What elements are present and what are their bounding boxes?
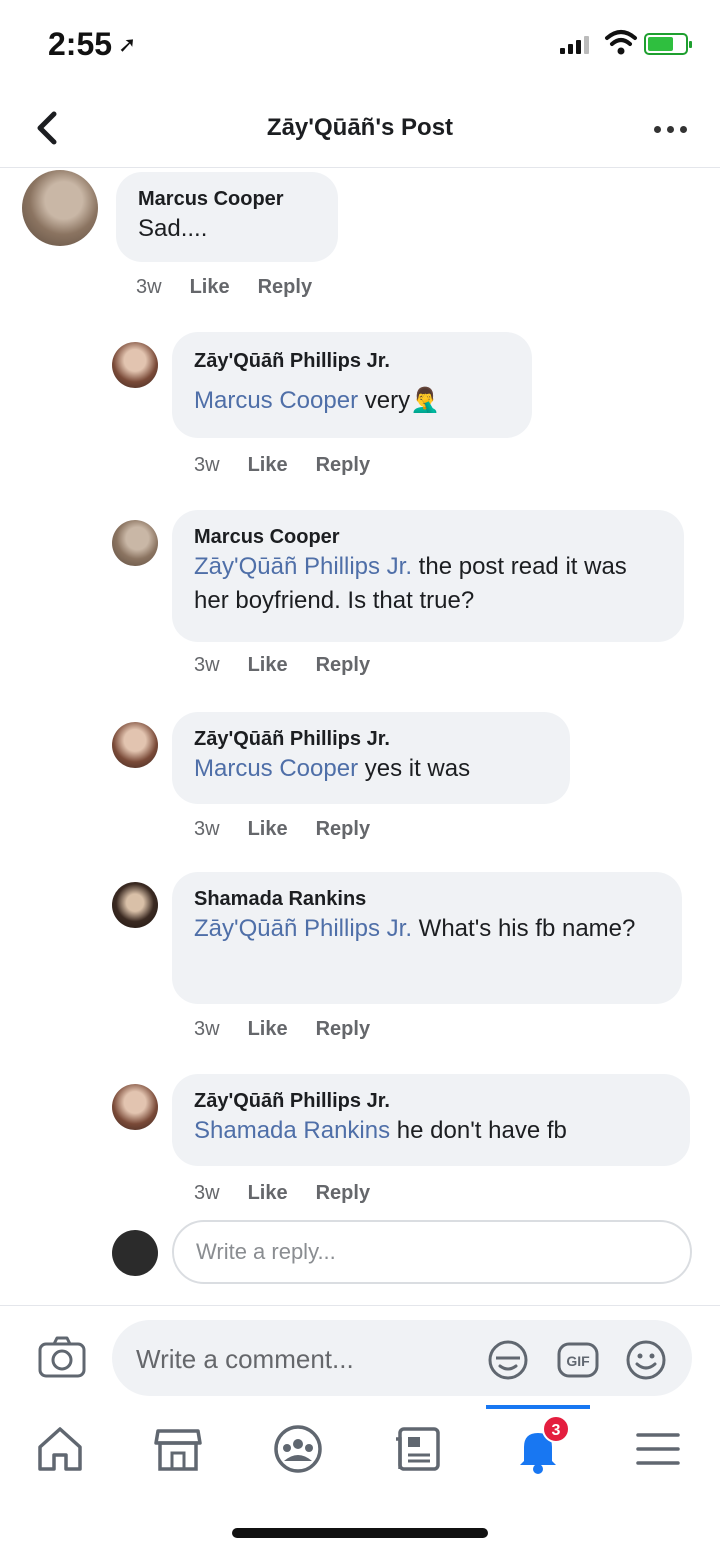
comment-time: 3w <box>194 1182 220 1204</box>
status-time: 2:55 <box>48 26 113 62</box>
home-icon[interactable] <box>32 1421 88 1477</box>
comment-bubble: Shamada Rankins Zāy'Qūāñ Phillips Jr. Wh… <box>172 872 682 1004</box>
notifications-tab[interactable]: 3 <box>510 1415 570 1477</box>
like-button[interactable]: Like <box>248 454 288 476</box>
comment-author[interactable]: Marcus Cooper <box>138 186 316 212</box>
avatar[interactable] <box>112 520 158 566</box>
sticker-icon[interactable] <box>486 1338 530 1382</box>
comment-meta: 3w Like Reply <box>194 1182 398 1205</box>
avatar[interactable] <box>112 722 158 768</box>
wifi-icon <box>605 30 637 55</box>
comment-composer: Write a comment... GIF <box>0 1305 720 1405</box>
reply-button[interactable]: Reply <box>316 1182 370 1204</box>
comment-input[interactable]: Write a comment... GIF <box>112 1320 692 1396</box>
camera-icon[interactable] <box>38 1336 86 1378</box>
comment-time: 3w <box>194 1018 220 1040</box>
battery-icon <box>644 33 692 55</box>
comment-text: Zāy'Qūāñ Phillips Jr. the post read it w… <box>194 550 662 618</box>
comment-mention[interactable]: Zāy'Qūāñ Phillips Jr. <box>194 553 412 580</box>
avatar[interactable] <box>112 342 158 388</box>
comment-body: yes it was <box>358 755 471 782</box>
comment-author[interactable]: Zāy'Qūāñ Phillips Jr. <box>194 348 510 374</box>
avatar[interactable] <box>22 170 98 246</box>
comment-reply-item: Zāy'Qūāñ Phillips Jr. Shamada Rankins he… <box>0 1074 720 1214</box>
reply-button[interactable]: Reply <box>316 654 370 676</box>
gif-label: GIF <box>566 1353 590 1369</box>
reply-button[interactable]: Reply <box>316 454 370 476</box>
comment-time: 3w <box>194 654 220 676</box>
comment-time: 3w <box>194 818 220 840</box>
reply-input[interactable]: Write a reply... <box>172 1220 692 1284</box>
comment-meta: 3w Like Reply <box>194 818 398 841</box>
avatar[interactable] <box>112 882 158 928</box>
news-icon[interactable] <box>390 1421 446 1477</box>
comment-body: very🤦‍♂️ <box>358 387 440 414</box>
comment-meta: 3w Like Reply <box>136 276 340 299</box>
comment-meta: 3w Like Reply <box>194 454 398 477</box>
comment-reply-item: Zāy'Qūāñ Phillips Jr. Marcus Cooper very… <box>0 332 720 492</box>
comment-text: Marcus Cooper yes it was <box>194 752 548 786</box>
reply-button[interactable]: Reply <box>258 276 312 298</box>
comment-reply-item: Zāy'Qūāñ Phillips Jr. Marcus Cooper yes … <box>0 712 720 862</box>
more-options-icon[interactable] <box>654 126 688 136</box>
like-button[interactable]: Like <box>248 654 288 676</box>
gif-icon[interactable]: GIF <box>556 1338 600 1382</box>
marketplace-icon[interactable] <box>150 1421 206 1477</box>
comment-author[interactable]: Marcus Cooper <box>194 524 662 550</box>
comment-text: Shamada Rankins he don't have fb <box>194 1114 668 1148</box>
comment-meta: 3w Like Reply <box>194 654 398 677</box>
reply-button[interactable]: Reply <box>316 1018 370 1040</box>
notification-badge: 3 <box>542 1415 570 1443</box>
avatar <box>112 1230 158 1276</box>
comment-placeholder: Write a comment... <box>136 1344 354 1374</box>
post-header: Zāy'Qūāñ's Post <box>0 90 720 168</box>
bottom-tab-bar: 3 <box>0 1405 720 1495</box>
comment-mention[interactable]: Shamada Rankins <box>194 1117 390 1144</box>
comment-author[interactable]: Zāy'Qūāñ Phillips Jr. <box>194 1088 668 1114</box>
like-button[interactable]: Like <box>248 1018 288 1040</box>
comment-mention[interactable]: Marcus Cooper <box>194 387 358 414</box>
reply-row: Write a reply... <box>112 1220 692 1286</box>
avatar[interactable] <box>112 1084 158 1130</box>
comment-meta: 3w Like Reply <box>194 1018 398 1041</box>
comment-author[interactable]: Shamada Rankins <box>194 886 660 912</box>
like-button[interactable]: Like <box>248 1182 288 1204</box>
comment-bubble: Zāy'Qūāñ Phillips Jr. Marcus Cooper very… <box>172 332 532 438</box>
groups-icon[interactable] <box>270 1421 326 1477</box>
comment-body: What's his fb name? <box>412 915 636 942</box>
comment-text: Marcus Cooper very🤦‍♂️ <box>194 384 510 418</box>
like-button[interactable]: Like <box>190 276 230 298</box>
comment-bubble: Zāy'Qūāñ Phillips Jr. Shamada Rankins he… <box>172 1074 690 1166</box>
home-indicator <box>232 1528 488 1538</box>
comment-reply-item: Shamada Rankins Zāy'Qūāñ Phillips Jr. Wh… <box>0 872 720 1052</box>
comment-reply-item: Marcus Cooper Zāy'Qūāñ Phillips Jr. the … <box>0 510 720 690</box>
like-button[interactable]: Like <box>248 818 288 840</box>
comment-author[interactable]: Zāy'Qūāñ Phillips Jr. <box>194 726 548 752</box>
comment-mention[interactable]: Zāy'Qūāñ Phillips Jr. <box>194 915 412 942</box>
cellular-signal-icon <box>560 34 592 54</box>
comment-time: 3w <box>136 276 162 298</box>
comment-mention[interactable]: Marcus Cooper <box>194 755 358 782</box>
reply-button[interactable]: Reply <box>316 818 370 840</box>
comment-bubble: Marcus Cooper Sad.... <box>116 172 338 262</box>
status-bar: 2:55 ➚ <box>0 0 720 90</box>
comment-body: he don't have fb <box>390 1117 567 1144</box>
comment-bubble: Marcus Cooper Zāy'Qūāñ Phillips Jr. the … <box>172 510 684 642</box>
active-tab-indicator <box>486 1405 590 1409</box>
comment-bubble: Zāy'Qūāñ Phillips Jr. Marcus Cooper yes … <box>172 712 570 804</box>
menu-icon[interactable] <box>630 1421 686 1477</box>
page-title: Zāy'Qūāñ's Post <box>266 114 454 141</box>
emoji-icon[interactable] <box>624 1338 668 1382</box>
location-arrow-icon: ➚ <box>118 32 137 57</box>
comment-text: Sad.... <box>138 212 316 246</box>
comment-item: Marcus Cooper Sad.... 3w Like Reply <box>0 168 720 318</box>
comment-text: Zāy'Qūāñ Phillips Jr. What's his fb name… <box>194 912 660 946</box>
comment-body: Sad.... <box>138 215 208 242</box>
comment-time: 3w <box>194 454 220 476</box>
